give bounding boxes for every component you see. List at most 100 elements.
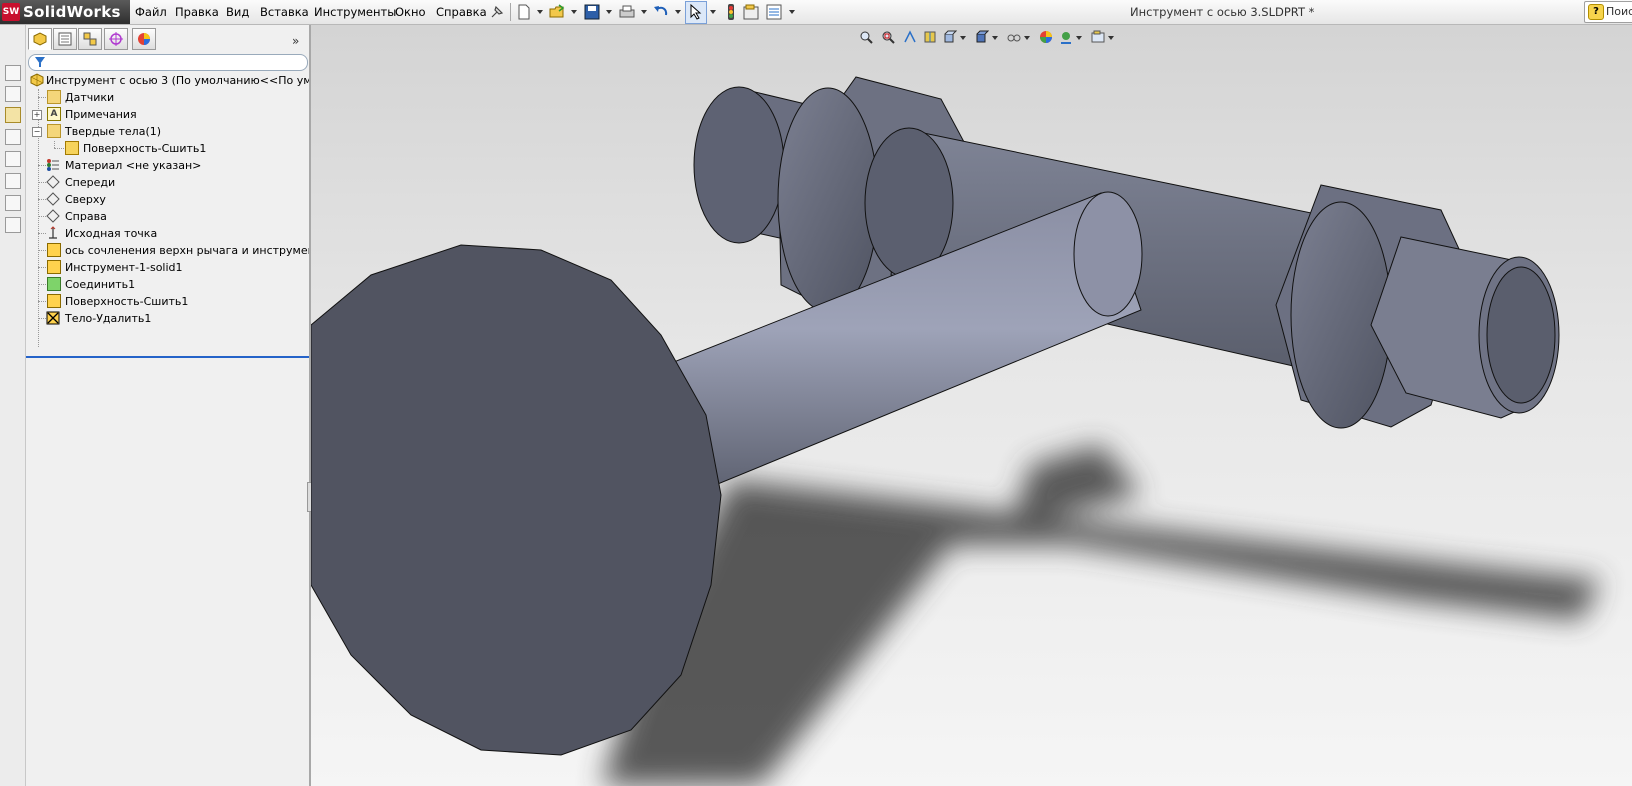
options-icon[interactable] — [765, 3, 783, 21]
previous-view-icon[interactable] — [903, 30, 917, 44]
display-manager-icon — [138, 33, 150, 45]
dimxpert-icon — [109, 32, 123, 46]
view-orientation-icon[interactable] — [943, 30, 957, 44]
cursor-icon — [690, 4, 702, 20]
tab-feature-manager[interactable] — [28, 28, 52, 50]
menu-view[interactable]: Вид — [224, 0, 251, 24]
options-dropdown-arrow[interactable] — [789, 10, 795, 14]
end-disc — [311, 244, 722, 756]
tree-item[interactable]: Исходная точка — [26, 225, 309, 242]
imported-body-icon — [47, 243, 61, 257]
tree-item[interactable]: Тело-Удалить1 — [26, 310, 309, 327]
tree-root-part[interactable]: Инструмент с осью 3 (По умолчанию<<По ум… — [26, 72, 309, 89]
right-hub — [1275, 184, 1560, 429]
tree-item[interactable]: Справа — [26, 208, 309, 225]
save-icon[interactable] — [583, 3, 601, 21]
zoom-to-fit-icon[interactable] — [859, 30, 873, 44]
part-icon — [30, 73, 44, 87]
toolbar-separator — [510, 3, 511, 21]
expand-panel-icon[interactable]: » — [292, 34, 299, 48]
section-view-icon[interactable] — [923, 30, 937, 44]
tree-item-label: Твердые тела(1) — [65, 125, 162, 138]
sheet-tool-icon[interactable] — [5, 173, 21, 189]
view-orientation-dropdown[interactable] — [960, 36, 966, 40]
menu-tools[interactable]: Инструменты — [312, 0, 398, 24]
print-icon[interactable] — [618, 3, 636, 21]
display-style-icon[interactable] — [975, 30, 989, 44]
apply-scene-dropdown[interactable] — [1076, 36, 1082, 40]
evaluate-tool-icon[interactable] — [5, 217, 21, 233]
reference-geometry-icon[interactable] — [5, 129, 21, 145]
annotation-tool-icon[interactable] — [5, 151, 21, 167]
material-icon — [47, 159, 59, 171]
collapse-toggle[interactable]: − — [32, 127, 42, 137]
rollback-bar[interactable] — [26, 356, 309, 358]
select-dropdown-arrow[interactable] — [710, 10, 716, 14]
solid-body-icon — [65, 141, 79, 155]
tree-item-label: Исходная точка — [65, 227, 158, 240]
tree-item[interactable]: Спереди — [26, 174, 309, 191]
hide-show-items-icon[interactable] — [1007, 30, 1021, 44]
menu-window[interactable]: Окно — [393, 0, 428, 24]
tree-item[interactable]: Соединить1 — [26, 276, 309, 293]
file-properties-icon[interactable] — [742, 3, 760, 21]
open-folder-icon[interactable] — [548, 3, 566, 21]
hide-show-dropdown[interactable] — [1024, 36, 1030, 40]
menu-edit[interactable]: Правка — [173, 0, 221, 24]
menu-file[interactable]: Файл — [133, 0, 169, 24]
dimension-tool-icon[interactable] — [5, 86, 21, 102]
menu-help[interactable]: Справка — [434, 0, 489, 24]
open-dropdown-arrow[interactable] — [571, 10, 577, 14]
help-search-icon: ? — [1588, 4, 1604, 20]
tree-item[interactable]: Датчики — [26, 89, 309, 106]
tree-item-label: Соединить1 — [65, 278, 136, 291]
tab-configuration-manager[interactable] — [78, 28, 102, 50]
tree-item[interactable]: Материал <не указан> — [26, 157, 309, 174]
graphics-area[interactable] — [311, 25, 1632, 786]
tree-item[interactable]: ось сочленения верхн рычага и инструмент… — [26, 242, 309, 259]
tree-item[interactable]: + A Примечания — [26, 106, 309, 123]
menu-insert[interactable]: Вставка — [258, 0, 311, 24]
apply-scene-icon[interactable] — [1059, 30, 1073, 44]
tree-item[interactable]: Инструмент-1-solid1 — [26, 259, 309, 276]
feature-tool-icon[interactable] — [5, 107, 21, 123]
pin-icon[interactable] — [488, 3, 506, 21]
undo-dropdown-arrow[interactable] — [675, 10, 681, 14]
tree-item-label: Примечания — [65, 108, 137, 121]
tab-property-manager[interactable] — [53, 28, 77, 50]
feature-manager-tabs: » — [26, 28, 309, 50]
select-button[interactable] — [685, 1, 707, 24]
tree-item[interactable]: Поверхность-Сшить1 — [26, 140, 309, 157]
zoom-to-area-icon[interactable] — [881, 30, 895, 44]
tree-item[interactable]: Сверху — [26, 191, 309, 208]
view-settings-dropdown[interactable] — [1108, 36, 1114, 40]
tree-item-label: Материал <не указан> — [65, 159, 202, 172]
new-dropdown-arrow[interactable] — [537, 10, 543, 14]
solid-bodies-folder-icon — [47, 124, 61, 138]
tab-dimxpert-manager[interactable] — [104, 28, 128, 50]
feature-filter-input[interactable] — [28, 54, 308, 71]
model-render — [311, 76, 1601, 786]
display-style-dropdown[interactable] — [992, 36, 998, 40]
origin-icon — [49, 226, 57, 239]
tree-item-label: Спереди — [65, 176, 116, 189]
sketch-tool-icon[interactable] — [5, 65, 21, 81]
search-input[interactable]: ? Поис — [1584, 1, 1632, 23]
edit-appearance-icon[interactable] — [1039, 30, 1053, 44]
expand-toggle[interactable]: + — [32, 110, 42, 120]
view-settings-icon[interactable] — [1091, 30, 1105, 44]
tree-item[interactable]: − Твердые тела(1) — [26, 123, 309, 140]
rebuild-traffic-light-icon[interactable] — [722, 3, 740, 21]
plane-icon — [46, 209, 60, 223]
tree-item[interactable]: Поверхность-Сшить1 — [26, 293, 309, 310]
feature-tree-icon — [33, 32, 47, 46]
app-logo[interactable]: SW SolidWorks — [0, 0, 130, 24]
tab-display-manager[interactable] — [132, 28, 156, 50]
weld-tool-icon[interactable] — [5, 195, 21, 211]
undo-icon[interactable] — [652, 3, 670, 21]
imported-body-icon — [47, 260, 61, 274]
new-document-icon[interactable] — [515, 3, 533, 21]
plane-icon — [46, 192, 60, 206]
save-dropdown-arrow[interactable] — [606, 10, 612, 14]
print-dropdown-arrow[interactable] — [641, 10, 647, 14]
